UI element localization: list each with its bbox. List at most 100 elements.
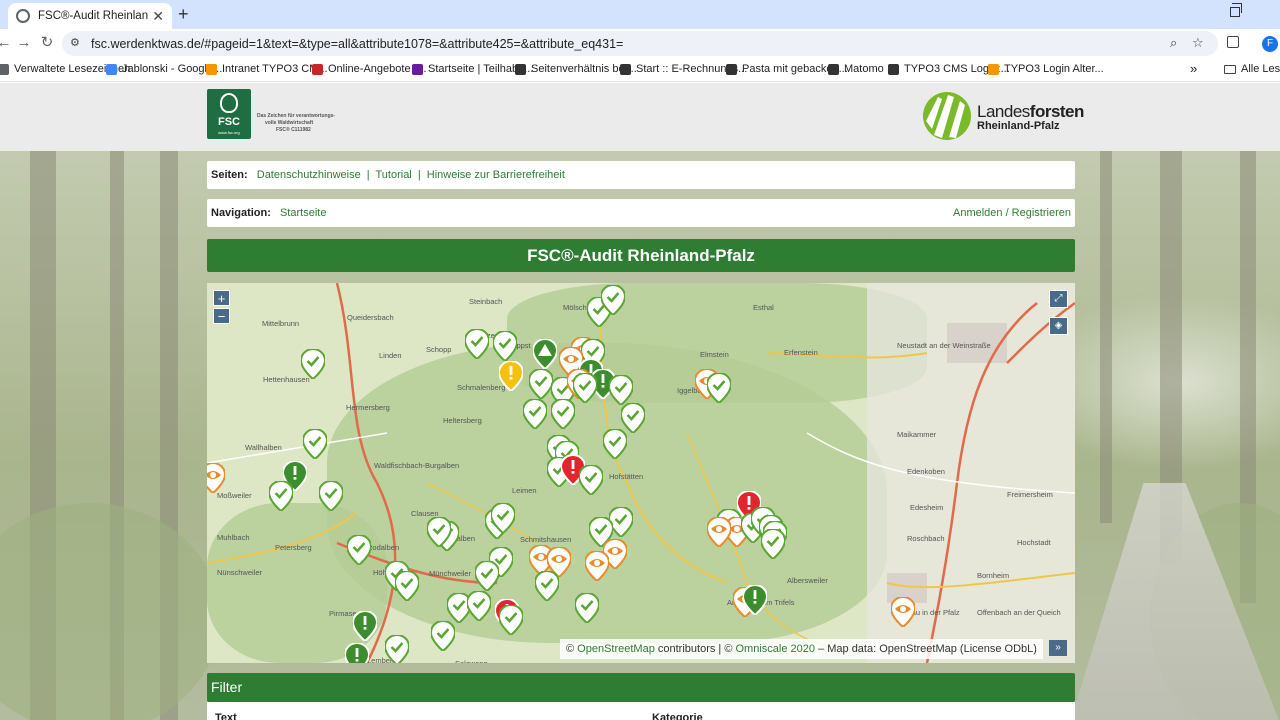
eye-marker-icon[interactable] — [207, 463, 225, 493]
check-marker-icon[interactable] — [491, 503, 515, 533]
map-place-label: Elmstein — [700, 350, 729, 359]
page-content: FSC www.fsc.org Das Zeichen für verantwo… — [0, 83, 1280, 720]
check-marker-icon[interactable] — [427, 517, 451, 547]
check-marker-icon[interactable] — [579, 465, 603, 495]
map-place-label: Erfenstein — [784, 348, 818, 357]
map[interactable]: Queidersbach Steinbach Stelzenberg Mölschba… — [207, 283, 1075, 663]
check-marker-icon[interactable] — [601, 285, 625, 315]
eye-marker-icon[interactable] — [891, 597, 915, 627]
fsc-logo: FSC www.fsc.org — [207, 89, 251, 139]
filter-panel: Text Kategorie — [207, 702, 1075, 720]
forward-icon[interactable]: → — [14, 33, 34, 53]
check-marker-icon[interactable] — [551, 399, 575, 429]
check-marker-icon[interactable] — [707, 373, 731, 403]
check-marker-icon[interactable] — [303, 429, 327, 459]
site-header: FSC www.fsc.org Das Zeichen für verantwo… — [0, 83, 1280, 151]
bookmark-item[interactable]: Online-Angebote -... — [312, 63, 426, 75]
check-marker-icon[interactable] — [467, 591, 491, 621]
fullscreen-icon[interactable]: ⤢ — [1049, 290, 1068, 308]
attribution-expand-icon[interactable]: » — [1049, 640, 1067, 656]
extensions-icon[interactable] — [1227, 36, 1239, 48]
fsc-tagline-line: FSC® C111982 — [276, 127, 311, 133]
link-startseite[interactable]: Startseite — [280, 207, 326, 219]
alert-marker-icon[interactable] — [353, 611, 377, 641]
profile-avatar[interactable]: F — [1262, 36, 1278, 52]
url-text[interactable]: fsc.werdenktwas.de/#pageid=1&text=&type=… — [91, 37, 623, 51]
check-marker-icon[interactable] — [609, 375, 633, 405]
check-marker-icon[interactable] — [535, 571, 559, 601]
map-attribution: © OpenStreetMap contributors | © Omnisca… — [560, 639, 1043, 659]
site-info-icon[interactable]: ⚙ — [70, 36, 84, 50]
eye-marker-icon[interactable] — [585, 551, 609, 581]
navigation-box: Navigation: Startseite Anmelden / Regist… — [207, 199, 1075, 227]
layers-icon[interactable]: ◈ — [1049, 317, 1068, 335]
bookmark-favicon-icon — [726, 63, 737, 75]
check-marker-icon[interactable] — [499, 605, 523, 635]
check-marker-icon[interactable] — [269, 481, 293, 511]
bookmark-item[interactable]: Jablonski - Google... — [106, 63, 222, 75]
map-place-label: Petersberg — [275, 543, 312, 552]
map-place-label: Hochstadt — [1017, 538, 1051, 547]
background-foliage — [0, 503, 220, 720]
check-marker-icon[interactable] — [385, 635, 409, 663]
map-place-label: Queidersbach — [347, 313, 394, 322]
attribution-text: – Map data: OpenStreetMap (License ODbL) — [818, 643, 1037, 655]
osm-link[interactable]: OpenStreetMap — [577, 643, 655, 655]
bookmark-star-icon[interactable]: ☆ — [1192, 35, 1204, 51]
map-place-label: Schopp — [426, 345, 452, 354]
filter-category-label: Kategorie — [652, 712, 703, 720]
zoom-out-button[interactable]: − — [213, 308, 230, 324]
check-marker-icon[interactable] — [465, 329, 489, 359]
alert-marker-icon[interactable] — [743, 585, 767, 615]
filter-text-label: Text — [215, 712, 237, 720]
login-register-link[interactable]: Anmelden / Registrieren — [953, 207, 1071, 219]
reload-icon[interactable]: ↻ — [37, 33, 57, 53]
divider: | — [417, 169, 421, 181]
link-barrierefreiheit[interactable]: Hinweise zur Barrierefreiheit — [427, 169, 565, 181]
link-datenschutzhinweise[interactable]: Datenschutzhinweise — [257, 169, 361, 181]
check-marker-icon[interactable] — [431, 621, 455, 651]
map-place-label: Freimersheim — [1007, 490, 1053, 499]
bookmark-item[interactable]: TYPO3 Login Alter... — [988, 63, 1104, 75]
check-marker-icon[interactable] — [319, 481, 343, 511]
map-place-label: Offenbach an der Queich — [977, 608, 1061, 617]
bookmark-item[interactable]: Intranet TYPO3 CM... — [206, 63, 328, 75]
warning-marker-icon[interactable] — [499, 361, 523, 391]
check-marker-icon[interactable] — [523, 399, 547, 429]
omniscale-link[interactable]: Omniscale 2020 — [736, 643, 816, 655]
map-place-label: Steinbach — [469, 297, 503, 306]
check-marker-icon[interactable] — [529, 369, 553, 399]
all-bookmarks-button[interactable]: Alle Lesezeichen — [1224, 63, 1280, 75]
browser-toolbar: ← → ↻ ⚙ fsc.werdenktwas.de/#pageid=1&tex… — [0, 29, 1280, 58]
zoom-in-button[interactable]: + — [213, 290, 230, 306]
check-marker-icon[interactable] — [347, 535, 371, 565]
map-place-label: Nünschweiler — [217, 568, 263, 577]
check-marker-icon[interactable] — [603, 429, 627, 459]
bookmark-item[interactable]: Matomo — [828, 63, 884, 75]
check-marker-icon[interactable] — [475, 561, 499, 591]
check-marker-icon[interactable] — [575, 593, 599, 623]
browser-tab-active[interactable]: FSC®-Audit Rheinland-Pfalz - F ✕ — [8, 3, 172, 29]
check-marker-icon[interactable] — [301, 349, 325, 379]
close-icon[interactable]: ✕ — [152, 8, 164, 25]
check-marker-icon[interactable] — [493, 331, 517, 361]
back-icon[interactable]: ← — [0, 33, 14, 53]
link-tutorial[interactable]: Tutorial — [375, 169, 411, 181]
map-place-label: Waldfischbach-Burgalben — [374, 461, 460, 470]
check-marker-icon[interactable] — [395, 571, 419, 601]
map-place-label: Salzwoog — [455, 659, 488, 663]
zoom-icon[interactable]: ⌕ — [1170, 35, 1177, 51]
address-bar[interactable]: ⚙ fsc.werdenktwas.de/#pageid=1&text=&typ… — [62, 31, 1218, 56]
map-place-label: Hofstätten — [609, 472, 644, 481]
eye-marker-icon[interactable] — [707, 517, 731, 547]
new-tab-icon[interactable]: + — [178, 5, 189, 23]
all-bookmarks-label: Alle Lesezeichen — [1241, 63, 1280, 75]
bookmarks-overflow-icon[interactable]: » — [1190, 61, 1197, 76]
check-marker-icon[interactable] — [573, 373, 597, 403]
map-place-label: Rodalben — [367, 543, 400, 552]
check-marker-icon[interactable] — [761, 529, 785, 559]
bookmark-item[interactable]: Seitenverhältnis ber... — [515, 63, 637, 75]
triangle-marker-icon[interactable] — [533, 339, 557, 369]
window-restore-icon[interactable] — [1230, 3, 1242, 17]
alert-marker-icon[interactable] — [345, 643, 369, 663]
